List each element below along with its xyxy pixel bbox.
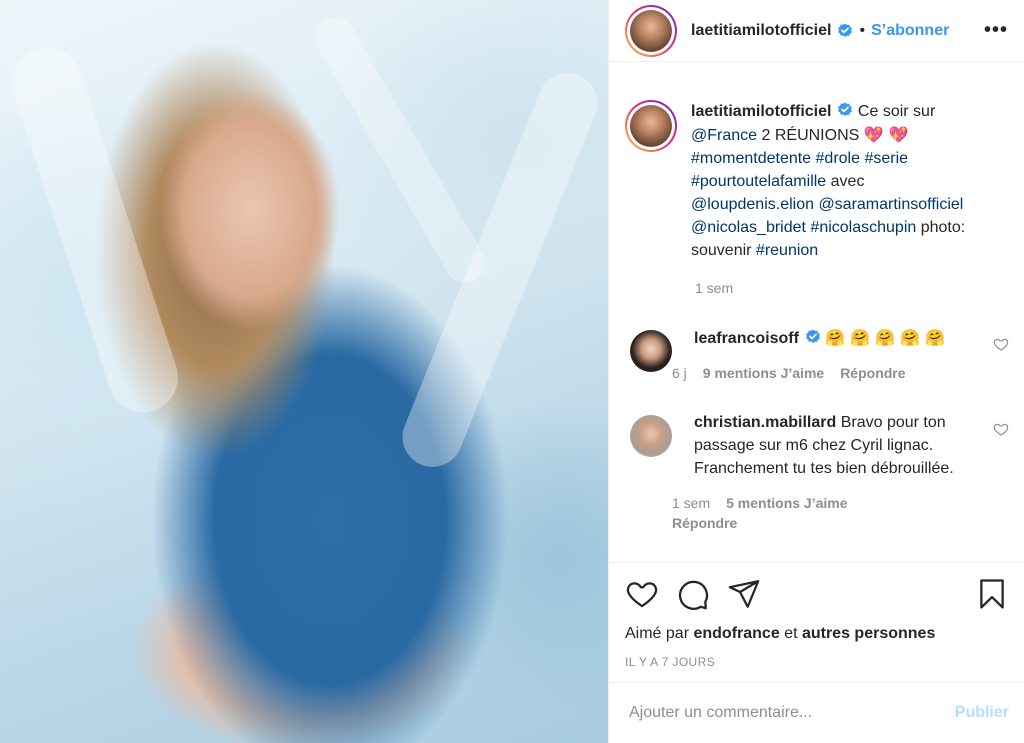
comment-item: christian.mabillard Bravo pour ton passa… [625,411,1009,531]
sparkling-heart-emoji: 💖 💖 [863,125,909,144]
post-caption: laetitiamilotofficiel Ce soir sur @Franc… [625,100,1009,262]
post-photo[interactable] [0,0,608,743]
likes-middle: et [779,625,802,642]
verified-badge-icon [838,23,853,37]
liker-username[interactable]: endofrance [693,625,779,642]
author-avatar[interactable] [625,4,677,57]
hugging-face-emoji: 🤗 🤗 🤗 🤗 🤗 [825,328,946,347]
publish-button[interactable]: Publier [955,704,1009,722]
commenter-avatar[interactable] [630,330,672,372]
more-options-icon[interactable]: ••• [984,19,1008,42]
comment-text: christian.mabillard Bravo pour ton passa… [694,411,979,480]
verified-badge-icon [806,329,820,343]
comment-likes-count[interactable]: 5 mentions J’aime [726,495,847,511]
header-dot-separator: • [859,21,866,39]
comment-meta-overflow: Répondre [672,515,979,531]
comment-input[interactable] [629,704,929,722]
comment-meta: 6 j 9 mentions J’aime Répondre [672,365,979,381]
comment-item: leafrancoisoff 🤗 🤗 🤗 🤗 🤗 6 j 9 mentions … [625,326,1009,381]
hashtag-links[interactable]: #momentdetente #drole #serie [691,150,908,167]
comment-like-heart-icon[interactable] [993,421,1009,437]
caption-fragment: photo: [916,219,966,236]
caption-author-avatar-image [630,105,672,147]
comment-timestamp[interactable]: 1 sem [672,495,710,511]
photo-background-branch [393,64,607,476]
share-icon[interactable] [727,577,761,611]
comment-likes-count[interactable]: 9 mentions J’aime [703,365,824,381]
author-username[interactable]: laetitiamilotofficiel [691,22,831,40]
caption-fragment: Ce soir sur [853,103,936,120]
hashtag-link[interactable]: #pourtoutelafamille [691,173,826,190]
comment-icon[interactable] [676,577,710,611]
photo-background-branch [307,10,493,290]
comment-text: leafrancoisoff 🤗 🤗 🤗 🤗 🤗 [694,326,979,350]
reply-button[interactable]: Répondre [840,365,905,381]
author-avatar-image [630,9,672,52]
caption-username[interactable]: laetitiamilotofficiel [691,103,831,120]
verified-badge-icon [838,102,853,116]
reply-button[interactable]: Répondre [672,515,737,531]
caption-fragment: souvenir [691,242,756,259]
comment-like-heart-icon[interactable] [993,336,1009,352]
likes-prefix: Aimé par [625,625,694,642]
comments-list[interactable]: laetitiamilotofficiel Ce soir sur @Franc… [609,62,1024,560]
comment-meta: 1 sem 5 mentions J’aime [672,495,979,511]
post-sidebar: laetitiamilotofficiel • S’abonner ••• la… [608,0,1024,743]
mention-links[interactable]: @nicolas_bridet #nicolaschupin [691,219,916,236]
commenter-avatar[interactable] [630,415,672,457]
post-timestamp[interactable]: IL Y A 7 JOURS [625,655,1009,669]
hashtag-link[interactable]: #reunion [756,242,818,259]
mention-link[interactable]: @France [691,127,757,144]
comment-timestamp[interactable]: 6 j [672,365,687,381]
likes-summary: Aimé par endofrance et autres personnes [625,625,1009,643]
heart-icon[interactable] [625,577,659,611]
photo-background-branch [2,38,188,422]
mention-links[interactable]: @loupdenis.elion @saramartinsofficiel [691,196,963,213]
caption-timestamp[interactable]: 1 sem [695,280,1009,296]
caption-author-avatar[interactable] [625,100,677,152]
follow-button[interactable]: S’abonner [871,22,949,40]
commenter-username[interactable]: christian.mabillard [694,414,836,431]
other-likers-link[interactable]: autres personnes [802,625,935,642]
add-comment-bar: Publier [609,682,1024,743]
post-actions: Aimé par endofrance et autres personnes … [609,562,1024,669]
bookmark-icon[interactable] [975,577,1009,611]
action-icons-row [625,577,1009,611]
commenter-username[interactable]: leafrancoisoff [694,330,799,347]
caption-fragment: avec [826,173,865,190]
caption-fragment: 2 RÉUNIONS [757,127,864,144]
caption-text: laetitiamilotofficiel Ce soir sur @Franc… [691,100,1001,262]
post-header: laetitiamilotofficiel • S’abonner ••• [609,0,1024,62]
